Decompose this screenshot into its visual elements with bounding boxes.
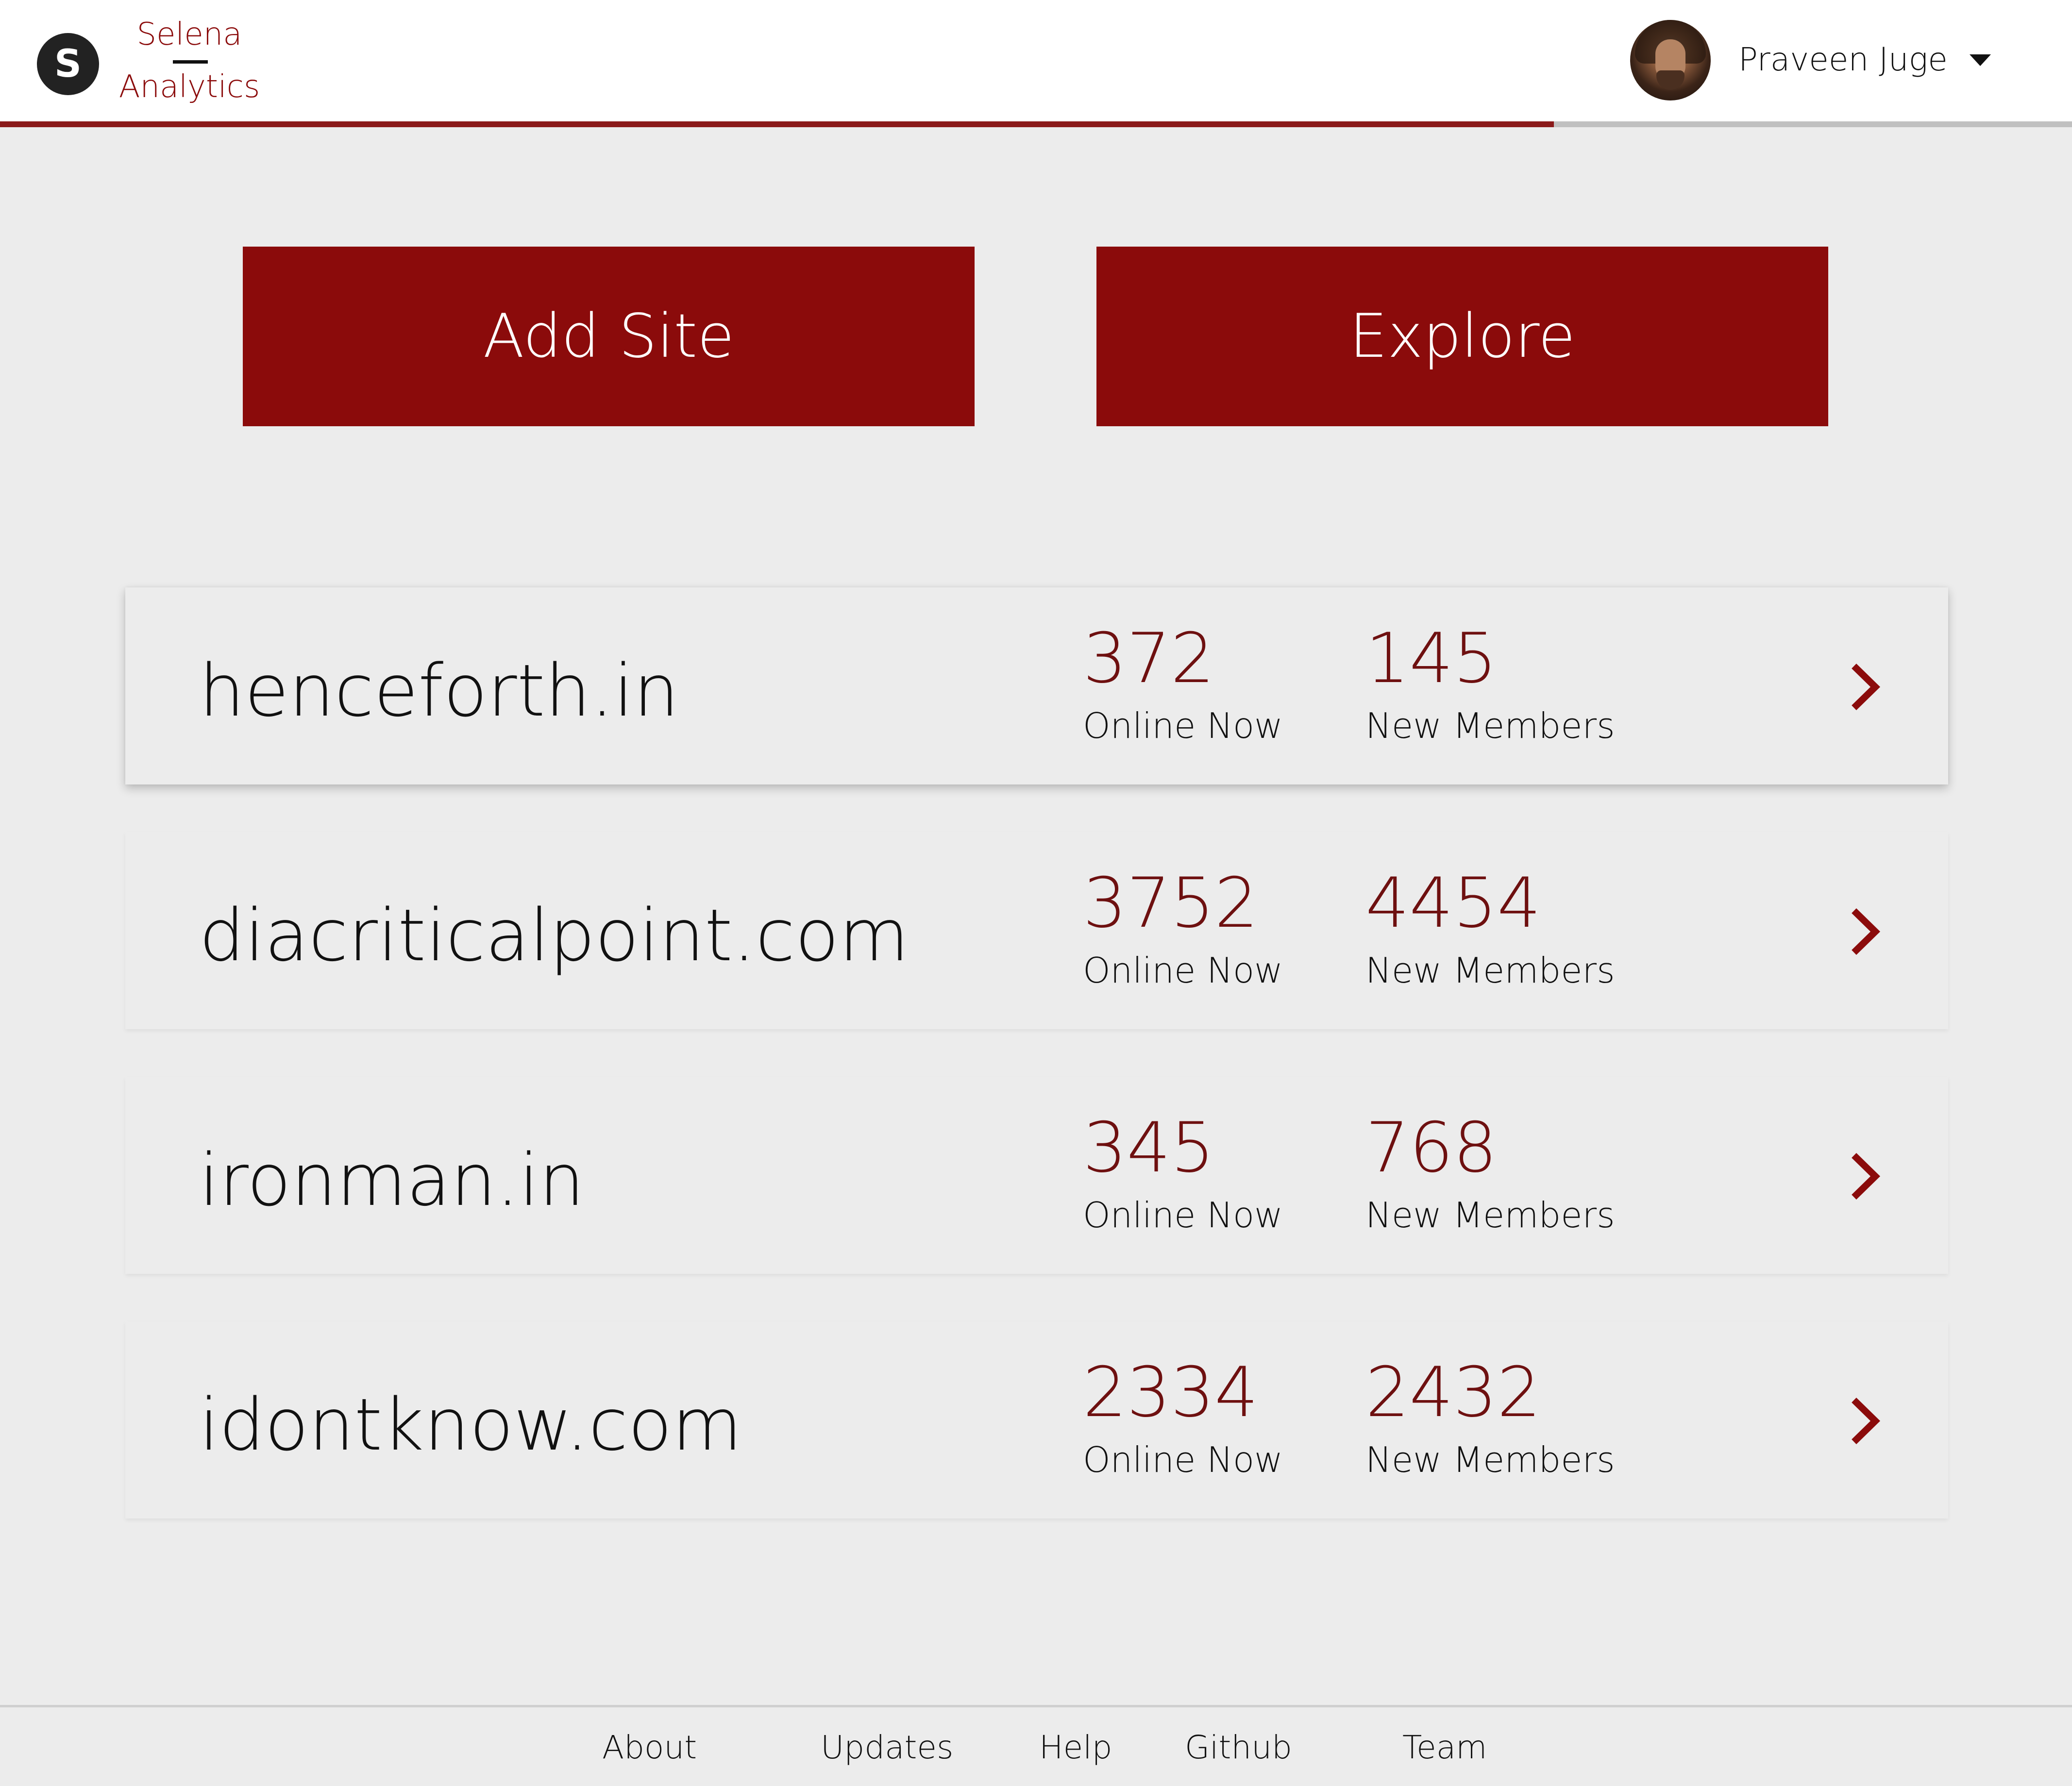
chevron-right-icon[interactable] [1839, 660, 1893, 714]
new-members-label: New Members [1365, 950, 1615, 991]
brand-divider [173, 60, 208, 64]
chevron-right-icon[interactable] [1839, 1394, 1893, 1448]
chevron-right-icon[interactable] [1839, 905, 1893, 958]
page-progress-bar [0, 121, 2072, 127]
new-members-label: New Members [1365, 1439, 1615, 1480]
brand-line-1: Selena [136, 17, 242, 52]
new-members-label: New Members [1365, 705, 1615, 746]
footer-link-about[interactable]: About [602, 1726, 697, 1769]
online-now-value: 3752 [1083, 863, 1259, 943]
chevron-right-icon[interactable] [1839, 1150, 1893, 1203]
site-name: idontknow.com [199, 1383, 742, 1467]
user-name[interactable]: Praveen Juge [1738, 38, 1952, 82]
footer-link-help[interactable]: Help [1039, 1726, 1112, 1769]
online-now-label: Online Now [1083, 1195, 1283, 1235]
online-now-label: Online Now [1083, 1439, 1283, 1480]
top-bar: S Selena Analytics Praveen Juge [0, 0, 2072, 127]
online-now-value: 2334 [1083, 1352, 1259, 1433]
online-now-label: Online Now [1083, 950, 1283, 991]
footer-divider [0, 1705, 2072, 1707]
site-name: diacriticalpoint.com [199, 894, 910, 977]
site-card[interactable]: idontknow.com 2334 Online Now 2432 New M… [125, 1321, 1948, 1519]
chevron-down-icon[interactable] [1970, 54, 1991, 66]
brand-line-2: Analytics [118, 69, 260, 105]
footer-link-updates[interactable]: Updates [821, 1726, 953, 1769]
new-members-value: 768 [1365, 1108, 1498, 1188]
site-card[interactable]: henceforth.in 372 Online Now 145 New Mem… [125, 587, 1948, 785]
page-progress-fill [0, 121, 1554, 127]
new-members-label: New Members [1365, 1195, 1615, 1235]
user-avatar[interactable] [1630, 20, 1711, 100]
footer-link-github[interactable]: Github [1185, 1726, 1292, 1769]
site-card[interactable]: diacriticalpoint.com 3752 Online Now 445… [125, 832, 1948, 1029]
online-now-value: 372 [1083, 618, 1215, 699]
online-now-label: Online Now [1083, 705, 1283, 746]
new-members-value: 4454 [1365, 863, 1541, 943]
logo-icon[interactable]: S [37, 33, 99, 95]
brand-title[interactable]: Selena Analytics [117, 12, 262, 109]
new-members-value: 145 [1365, 618, 1498, 699]
site-name: henceforth.in [199, 649, 679, 733]
footer-link-team[interactable]: Team [1402, 1726, 1487, 1769]
explore-button[interactable]: Explore [1096, 247, 1828, 426]
site-name: ironman.in [199, 1138, 585, 1222]
avatar-beard [1656, 70, 1685, 90]
page: S Selena Analytics Praveen Juge Add Site… [0, 0, 2072, 1786]
online-now-value: 345 [1083, 1108, 1215, 1188]
site-card[interactable]: ironman.in 345 Online Now 768 New Member… [125, 1077, 1948, 1274]
new-members-value: 2432 [1365, 1352, 1541, 1433]
add-site-button[interactable]: Add Site [243, 247, 975, 426]
